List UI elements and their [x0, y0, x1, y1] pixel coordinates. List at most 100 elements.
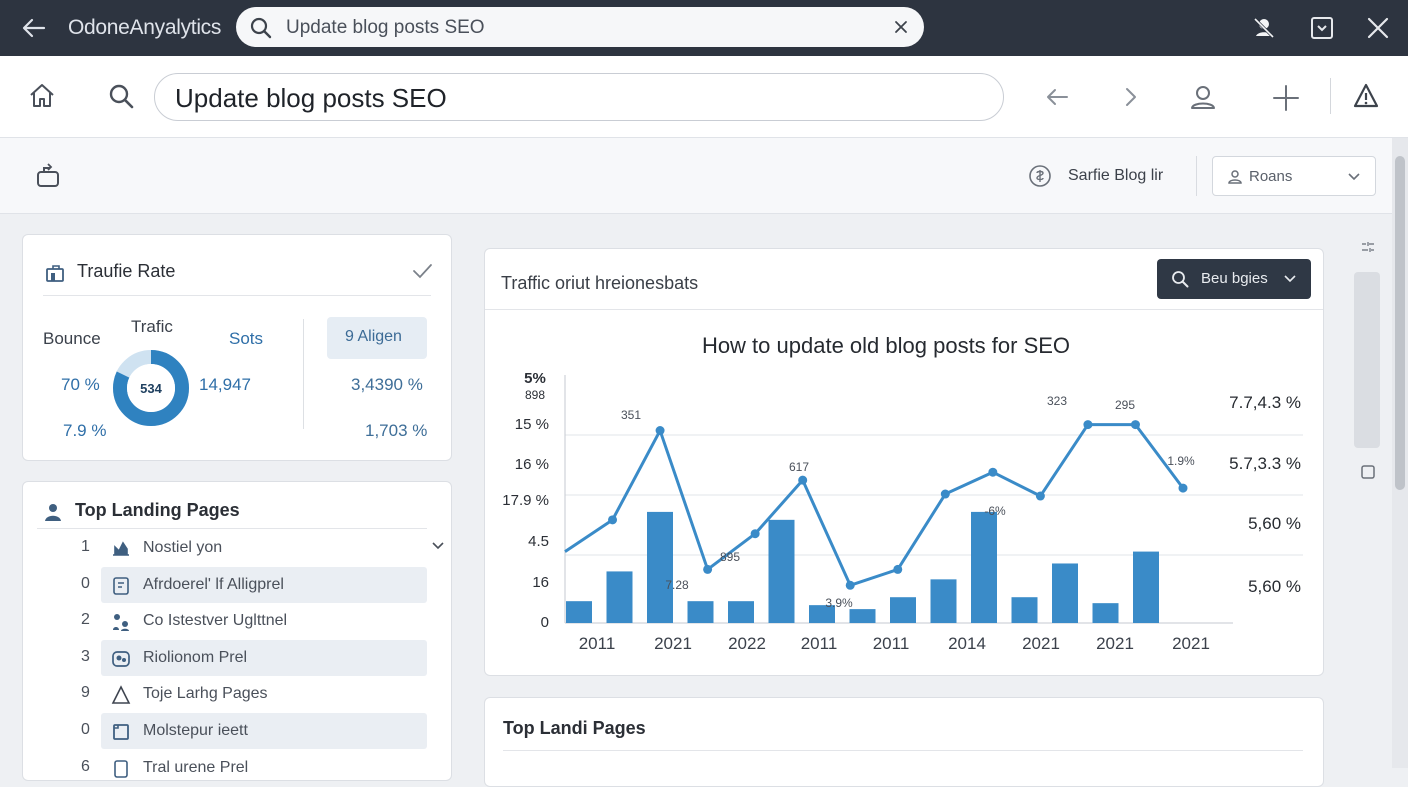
page-subheader: Sarfie Blog lir Roans — [0, 138, 1392, 214]
landing-page-label: Nostiel yon — [143, 539, 223, 556]
landing-row-number: 0 — [81, 721, 90, 738]
top-search-bar[interactable]: Update blog posts SEO — [236, 7, 924, 47]
chart-y-tick-label: 16 — [532, 574, 549, 591]
sots-value: 14,947 — [199, 375, 251, 394]
chart-point — [1035, 491, 1045, 501]
back-arrow-icon[interactable] — [20, 14, 48, 42]
page-scrollbar-thumb[interactable] — [1395, 156, 1405, 490]
filter-lines-icon[interactable] — [1360, 240, 1376, 254]
search-icon — [250, 17, 272, 39]
landing-row-number: 2 — [81, 611, 90, 629]
notifications-muted-icon[interactable] — [1250, 14, 1278, 42]
title-bar: OdoneAnyalytics Update blog posts SEO — [0, 0, 1408, 56]
chart-point — [845, 580, 855, 590]
subheader-divider — [1196, 156, 1197, 196]
chart-x-tick-label: 2011 — [801, 634, 838, 653]
chart-point-label: 1.9% — [1167, 454, 1195, 468]
chart-point-label: 895 — [720, 550, 740, 564]
plus-icon[interactable] — [1272, 84, 1300, 112]
chart-point-label: 295 — [1115, 398, 1135, 412]
landing-page-row[interactable]: Co Istestver Uglttnel — [101, 603, 427, 639]
card-title: Traufie Rate — [77, 261, 176, 281]
chart-y-tick-label: 4.5 — [528, 533, 549, 550]
chart-y-tick-label: 898 — [525, 388, 545, 402]
chart-filter-button[interactable]: Beu bgies — [1157, 259, 1311, 299]
landing-page-row[interactable]: Molstepur ieett — [101, 713, 427, 749]
chart-x-tick-label: 2014 — [948, 634, 986, 653]
landing-row-number: 9 — [81, 684, 90, 702]
profile-label[interactable]: Sarfie Blog lir — [1068, 167, 1163, 185]
clear-search-icon[interactable] — [892, 18, 910, 36]
chart-point — [750, 529, 760, 539]
chart-point — [608, 515, 618, 525]
user-icon[interactable] — [1188, 82, 1218, 112]
metrics-divider — [303, 319, 304, 429]
align-filter-label: 9 Aligen — [345, 328, 402, 345]
checkbox-icon[interactable] — [1360, 464, 1376, 480]
chart-point — [798, 475, 808, 485]
home-icon[interactable] — [28, 82, 56, 110]
landing-row-number: 6 — [81, 757, 90, 775]
warning-icon[interactable] — [1352, 82, 1380, 110]
nav-back-icon[interactable] — [1044, 84, 1070, 110]
landing-page-row[interactable]: Afrdoerel' lf Alligprel — [101, 566, 427, 603]
chart-x-tick-label: 2021 — [1096, 634, 1134, 653]
chart-y-tick-label: 16 % — [515, 456, 549, 473]
chart-x-tick-label: 2011 — [579, 634, 616, 653]
chart-right-label: 5,60 % — [1248, 577, 1301, 596]
roles-select[interactable]: Roans — [1212, 156, 1376, 196]
align-filter-pill[interactable]: 9 Aligen — [327, 317, 427, 359]
chart-point-label: 351 — [621, 408, 641, 422]
chart-right-label: 7.7,4.3 % — [1229, 393, 1301, 412]
card-divider — [43, 295, 431, 296]
checkmark-icon[interactable] — [411, 261, 433, 281]
landing-row-number: 3 — [81, 647, 90, 665]
chart-bar — [1011, 597, 1038, 623]
chart-filter-label: Beu bgies — [1201, 270, 1268, 287]
landing-page-label: Co Istestver Uglttnel — [143, 612, 288, 630]
landing-page-row[interactable]: Toje Larhg Pages — [101, 676, 427, 712]
chart-x-tick-label: 2021 — [654, 634, 692, 653]
chart-y-tick-label: 0 — [541, 614, 549, 631]
page-icon — [111, 759, 131, 779]
chart-bar — [849, 609, 876, 623]
search-icon[interactable] — [108, 83, 136, 111]
users-icon — [111, 612, 131, 632]
document-icon — [111, 576, 131, 596]
address-bar[interactable]: Update blog posts SEO — [154, 73, 1004, 121]
landing-page-label: Toje Larhg Pages — [143, 685, 268, 703]
chevron-down-icon[interactable] — [431, 540, 445, 552]
chart-card-header: Traffic oriut hreionesbats — [501, 273, 699, 293]
address-text[interactable]: Update blog posts SEO — [175, 83, 447, 114]
traffic-label: Trafic — [131, 317, 173, 336]
user-icon — [1227, 169, 1243, 185]
export-icon[interactable] — [34, 162, 62, 190]
chart-bar — [930, 579, 957, 623]
chart-right-label: 5,60 % — [1248, 514, 1301, 533]
landing-row-number: 1 — [81, 538, 90, 555]
nav-forward-icon[interactable] — [1118, 84, 1144, 110]
traffic-rate-card: Traufie Rate Bounce Trafic Sots 70 % 7.9… — [22, 234, 452, 461]
landing-page-row[interactable]: Nostiel yon — [101, 530, 427, 566]
landing-page-row[interactable]: Riolionom Prel — [101, 639, 427, 676]
roles-select-value: Roans — [1249, 168, 1293, 185]
chart-bar — [1133, 551, 1159, 623]
chart-point — [655, 426, 665, 436]
chart-bars-icon — [111, 539, 131, 557]
minimize-icon[interactable] — [1308, 14, 1336, 42]
app-name: OdoneAnyalytics — [68, 16, 222, 39]
chevron-down-icon — [1283, 273, 1297, 285]
page-scrollbar[interactable] — [1392, 138, 1408, 768]
close-window-icon[interactable] — [1364, 14, 1392, 42]
group-icon — [111, 649, 131, 669]
card-title: Top Landi Pages — [503, 718, 646, 738]
top-search-text[interactable]: Update blog posts SEO — [286, 17, 485, 39]
dollar-coin-icon — [1028, 164, 1052, 188]
chart-x-tick-label: 2021 — [1172, 634, 1210, 653]
chart-point — [893, 564, 903, 574]
chart-point-label: 7.28 — [665, 578, 689, 592]
side-panel-scroll-track[interactable] — [1354, 272, 1380, 448]
chart-bar — [566, 601, 592, 623]
bounce-label: Bounce — [43, 329, 101, 348]
card-title: Top Landing Pages — [75, 500, 240, 520]
